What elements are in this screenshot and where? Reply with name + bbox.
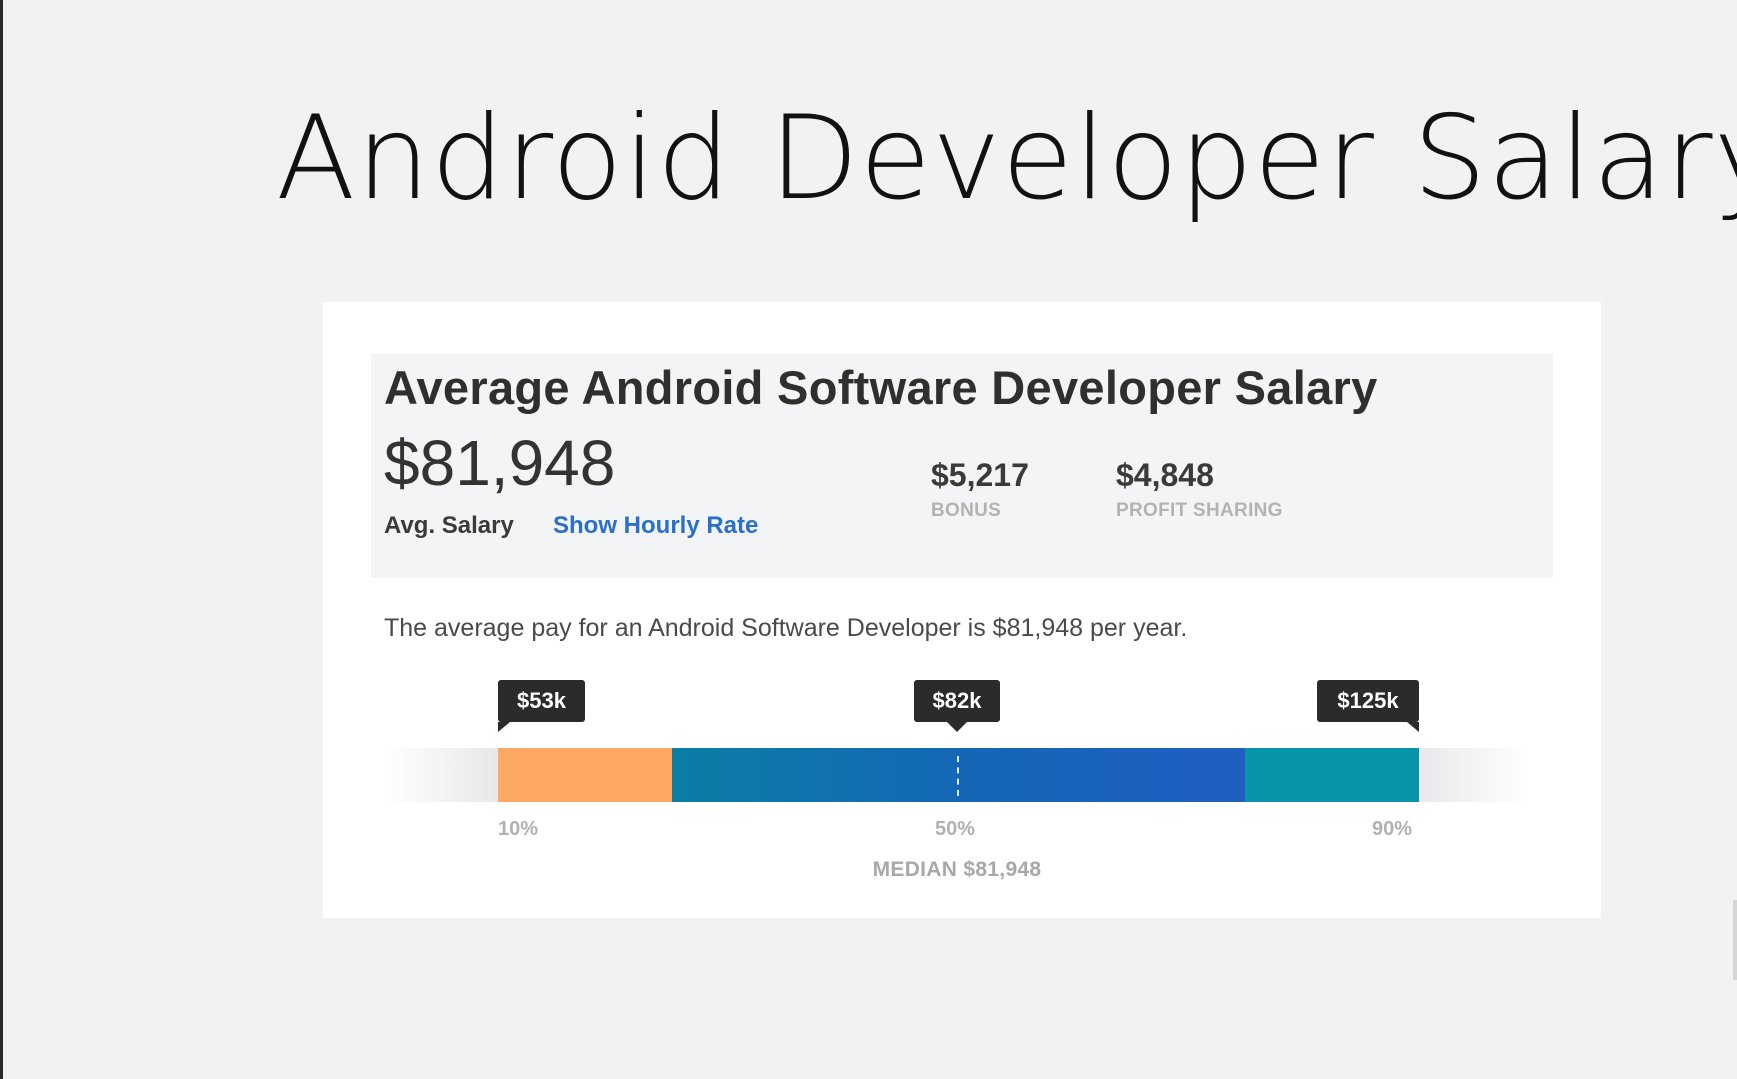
salary-summary-panel: Average Android Software Developer Salar…: [371, 354, 1553, 578]
median-marker-line: [957, 756, 959, 796]
percentile-90-label: 90%: [1372, 818, 1413, 840]
bonus-label: BONUS: [931, 500, 1002, 521]
percentile-50-label: 50%: [935, 818, 976, 840]
salary-card: Average Android Software Developer Salar…: [323, 302, 1601, 918]
bonus-stat: $5,217 BONUS: [931, 457, 1029, 522]
slide-title: Android Developer Salary: [276, 91, 1737, 226]
average-pay-sentence: The average pay for an Android Software …: [384, 614, 1188, 642]
tooltip-10th-percentile: $53k: [498, 680, 585, 732]
tooltip-median: $82k: [914, 680, 1000, 732]
tooltip-90th-percentile: $125k: [1317, 680, 1419, 732]
median-salary-label: MEDIAN $81,948: [872, 858, 1042, 881]
profit-sharing-value: $4,848: [1116, 457, 1214, 493]
scrollbar-fragment: [1733, 900, 1737, 980]
bonus-value: $5,217: [931, 457, 1029, 493]
average-salary-label: Avg. Salary: [384, 512, 514, 539]
profit-sharing-stat: $4,848 PROFIT SHARING: [1116, 457, 1283, 522]
percentile-10-label: 10%: [498, 818, 539, 840]
salary-card-title: Average Android Software Developer Salar…: [384, 361, 1378, 414]
show-hourly-rate-link[interactable]: Show Hourly Rate: [553, 512, 758, 540]
salary-range-lower-segment: [498, 748, 672, 802]
left-border: [0, 0, 3, 1079]
salary-range-upper-segment: [1245, 748, 1419, 802]
average-salary-value: $81,948: [384, 427, 616, 499]
profit-sharing-label: PROFIT SHARING: [1116, 500, 1283, 521]
